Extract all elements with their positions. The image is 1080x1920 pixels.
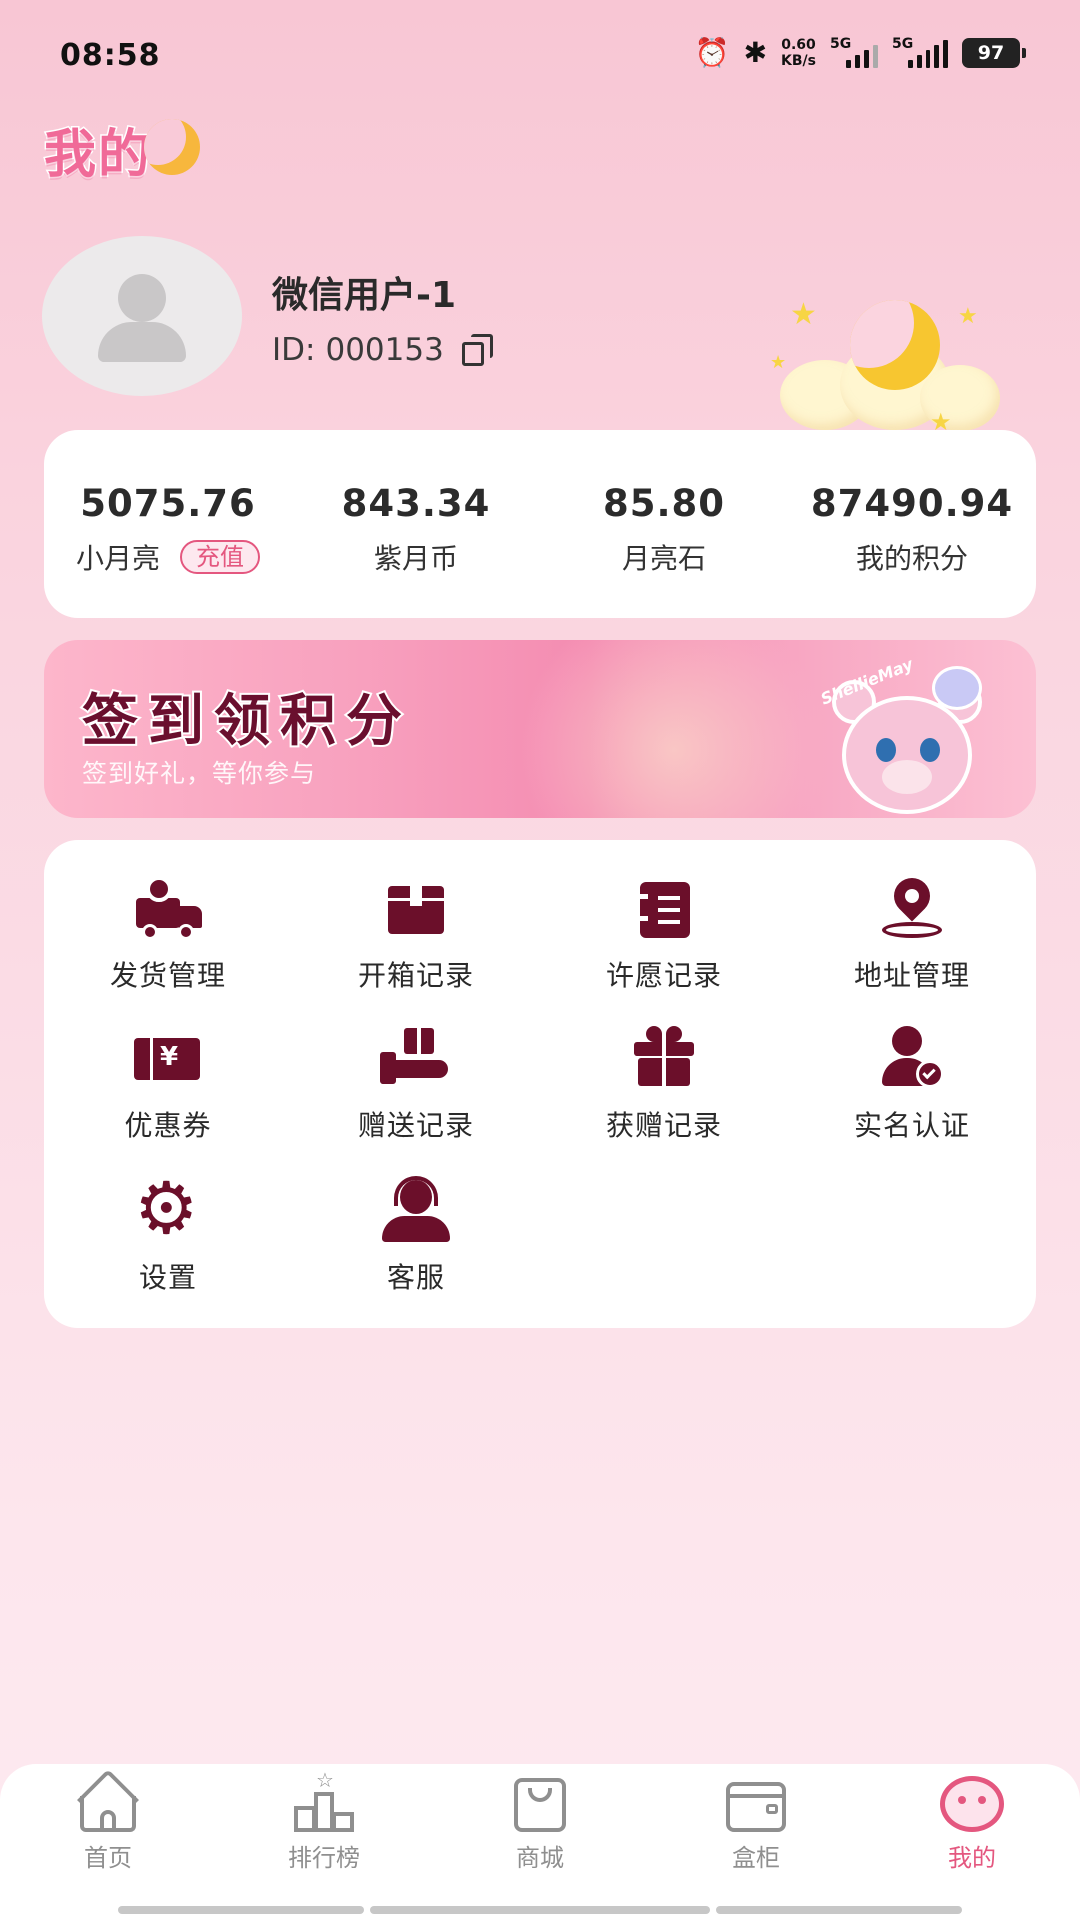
gift-box-icon bbox=[624, 1022, 704, 1094]
tab-ranking[interactable]: ☆ 排行榜 bbox=[216, 1768, 432, 1873]
signal-sim2-icon: 5G bbox=[892, 35, 948, 68]
box-icon bbox=[376, 872, 456, 944]
banner-subtitle: 签到好礼，等你参与 bbox=[82, 759, 317, 788]
user-id-value: 000153 bbox=[325, 332, 444, 368]
location-pin-icon bbox=[872, 870, 952, 944]
gesture-bar-right bbox=[716, 1906, 962, 1914]
menu-gift-received-records[interactable]: 获赠记录 bbox=[540, 1022, 788, 1144]
wallet-stats-card: 5075.76 小月亮 充值 843.34 紫月币 85.80 月亮石 8749… bbox=[44, 430, 1036, 618]
menu-delivery-management[interactable]: 发货管理 bbox=[44, 872, 292, 994]
battery-level: 97 bbox=[977, 41, 1005, 64]
avatar[interactable] bbox=[42, 236, 242, 396]
menu-gift-sent-records[interactable]: 赠送记录 bbox=[292, 1022, 540, 1144]
bear-character-illustration: ShellieMay bbox=[814, 654, 1014, 818]
menu-settings[interactable]: ⚙ 设置 bbox=[44, 1166, 292, 1296]
gesture-bar-center bbox=[370, 1906, 710, 1914]
sim1-label: 5G bbox=[830, 35, 852, 52]
signal-sim1-icon: 5G bbox=[830, 35, 878, 68]
podium-icon: ☆ bbox=[288, 1768, 360, 1836]
bluetooth-icon: ✱ bbox=[743, 36, 768, 69]
copy-icon[interactable] bbox=[461, 334, 494, 366]
cabinet-icon bbox=[720, 1774, 792, 1836]
alarm-icon: ⏰ bbox=[694, 36, 730, 69]
network-speed-unit: KB/s bbox=[781, 52, 816, 69]
sim2-label: 5G bbox=[892, 35, 914, 52]
status-bar: 08:58 ⏰ ✱ 0.60 KB/s 5G 5G 97 bbox=[0, 0, 1080, 110]
stat-moonstone-label: 月亮石 bbox=[621, 542, 706, 575]
menu-label: 获赠记录 bbox=[605, 1109, 722, 1142]
function-menu-card: 发货管理 开箱记录 许愿记录 地址管理 ¥ 优惠券 赠送记录 获赠记录 实名认证… bbox=[44, 840, 1036, 1328]
stat-points-value: 87490.94 bbox=[810, 482, 1014, 525]
status-time: 08:58 bbox=[60, 38, 161, 73]
menu-real-name-verification[interactable]: 实名认证 bbox=[788, 1022, 1036, 1144]
gesture-bar-left bbox=[118, 1906, 364, 1914]
menu-label: 设置 bbox=[138, 1261, 197, 1294]
network-speed-value: 0.60 bbox=[781, 36, 816, 53]
stat-points-label: 我的积分 bbox=[855, 542, 968, 575]
username: 微信用户-1 bbox=[272, 275, 456, 316]
user-id-label: ID: bbox=[272, 332, 316, 368]
customer-service-icon bbox=[376, 1174, 456, 1246]
stat-purple-coin-value: 843.34 bbox=[341, 482, 491, 525]
gift-hand-icon bbox=[376, 1022, 456, 1094]
stat-moon-value: 5075.76 bbox=[80, 482, 256, 525]
menu-customer-service[interactable]: 客服 bbox=[292, 1174, 540, 1296]
menu-unbox-records[interactable]: 开箱记录 bbox=[292, 872, 540, 994]
tab-mine[interactable]: 我的 bbox=[864, 1774, 1080, 1873]
stat-purple-coin[interactable]: 843.34 紫月币 bbox=[292, 430, 540, 618]
delivery-truck-icon bbox=[128, 872, 208, 944]
menu-label: 优惠券 bbox=[124, 1109, 212, 1142]
page-title-text: 我的 bbox=[42, 124, 153, 187]
tab-label: 盒柜 bbox=[732, 1844, 780, 1872]
menu-label: 赠送记录 bbox=[357, 1109, 474, 1142]
menu-label: 许愿记录 bbox=[605, 959, 722, 992]
menu-wish-records[interactable]: 许愿记录 bbox=[540, 872, 788, 994]
menu-coupons[interactable]: ¥ 优惠券 bbox=[44, 1022, 292, 1144]
tab-label: 我的 bbox=[948, 1844, 996, 1872]
battery-icon: 97 bbox=[962, 37, 1026, 68]
bottom-tab-bar: 首页 ☆ 排行榜 商城 盒柜 我的 bbox=[0, 1764, 1080, 1920]
stat-moon[interactable]: 5075.76 小月亮 充值 bbox=[44, 430, 292, 618]
tab-home[interactable]: 首页 bbox=[0, 1768, 216, 1873]
coupon-icon: ¥ bbox=[128, 1022, 208, 1094]
menu-label: 地址管理 bbox=[853, 959, 970, 992]
menu-label: 客服 bbox=[386, 1261, 445, 1294]
stat-purple-coin-label: 紫月币 bbox=[373, 542, 458, 575]
tab-label: 首页 bbox=[84, 1844, 132, 1872]
menu-label: 实名认证 bbox=[853, 1109, 970, 1142]
home-icon bbox=[72, 1768, 144, 1836]
tab-cabinet[interactable]: 盒柜 bbox=[648, 1774, 864, 1873]
network-speed: 0.60 KB/s bbox=[781, 37, 816, 69]
menu-label: 开箱记录 bbox=[357, 959, 474, 992]
gear-icon: ⚙ bbox=[134, 1166, 199, 1250]
menu-address-management[interactable]: 地址管理 bbox=[788, 870, 1036, 994]
tab-mall[interactable]: 商城 bbox=[432, 1774, 648, 1873]
stat-points[interactable]: 87490.94 我的积分 bbox=[788, 430, 1036, 618]
shopping-bag-icon bbox=[504, 1774, 576, 1836]
status-icons: ⏰ ✱ 0.60 KB/s 5G 5G 97 bbox=[694, 35, 1026, 69]
user-verified-icon bbox=[872, 1022, 952, 1094]
menu-label: 发货管理 bbox=[109, 959, 226, 992]
user-id-row: ID: 000153 bbox=[272, 332, 494, 368]
tab-label: 商城 bbox=[516, 1844, 564, 1872]
page-title: 我的 bbox=[42, 112, 201, 187]
stat-moonstone[interactable]: 85.80 月亮石 bbox=[540, 430, 788, 618]
banner-title: 签到领积分 bbox=[80, 687, 412, 756]
moon-icon bbox=[144, 118, 201, 175]
tab-label: 排行榜 bbox=[288, 1844, 360, 1872]
checkin-banner[interactable]: 签到领积分 签到好礼，等你参与 ShellieMay bbox=[44, 640, 1036, 818]
stat-moonstone-value: 85.80 bbox=[602, 482, 726, 525]
recharge-button[interactable]: 充值 bbox=[180, 540, 260, 574]
notebook-icon bbox=[624, 872, 704, 944]
profile-face-icon bbox=[936, 1774, 1008, 1836]
stat-moon-label: 小月亮 bbox=[75, 542, 160, 575]
moon-cloud-decoration: ★ ★ ★ ★ bbox=[770, 270, 1010, 450]
